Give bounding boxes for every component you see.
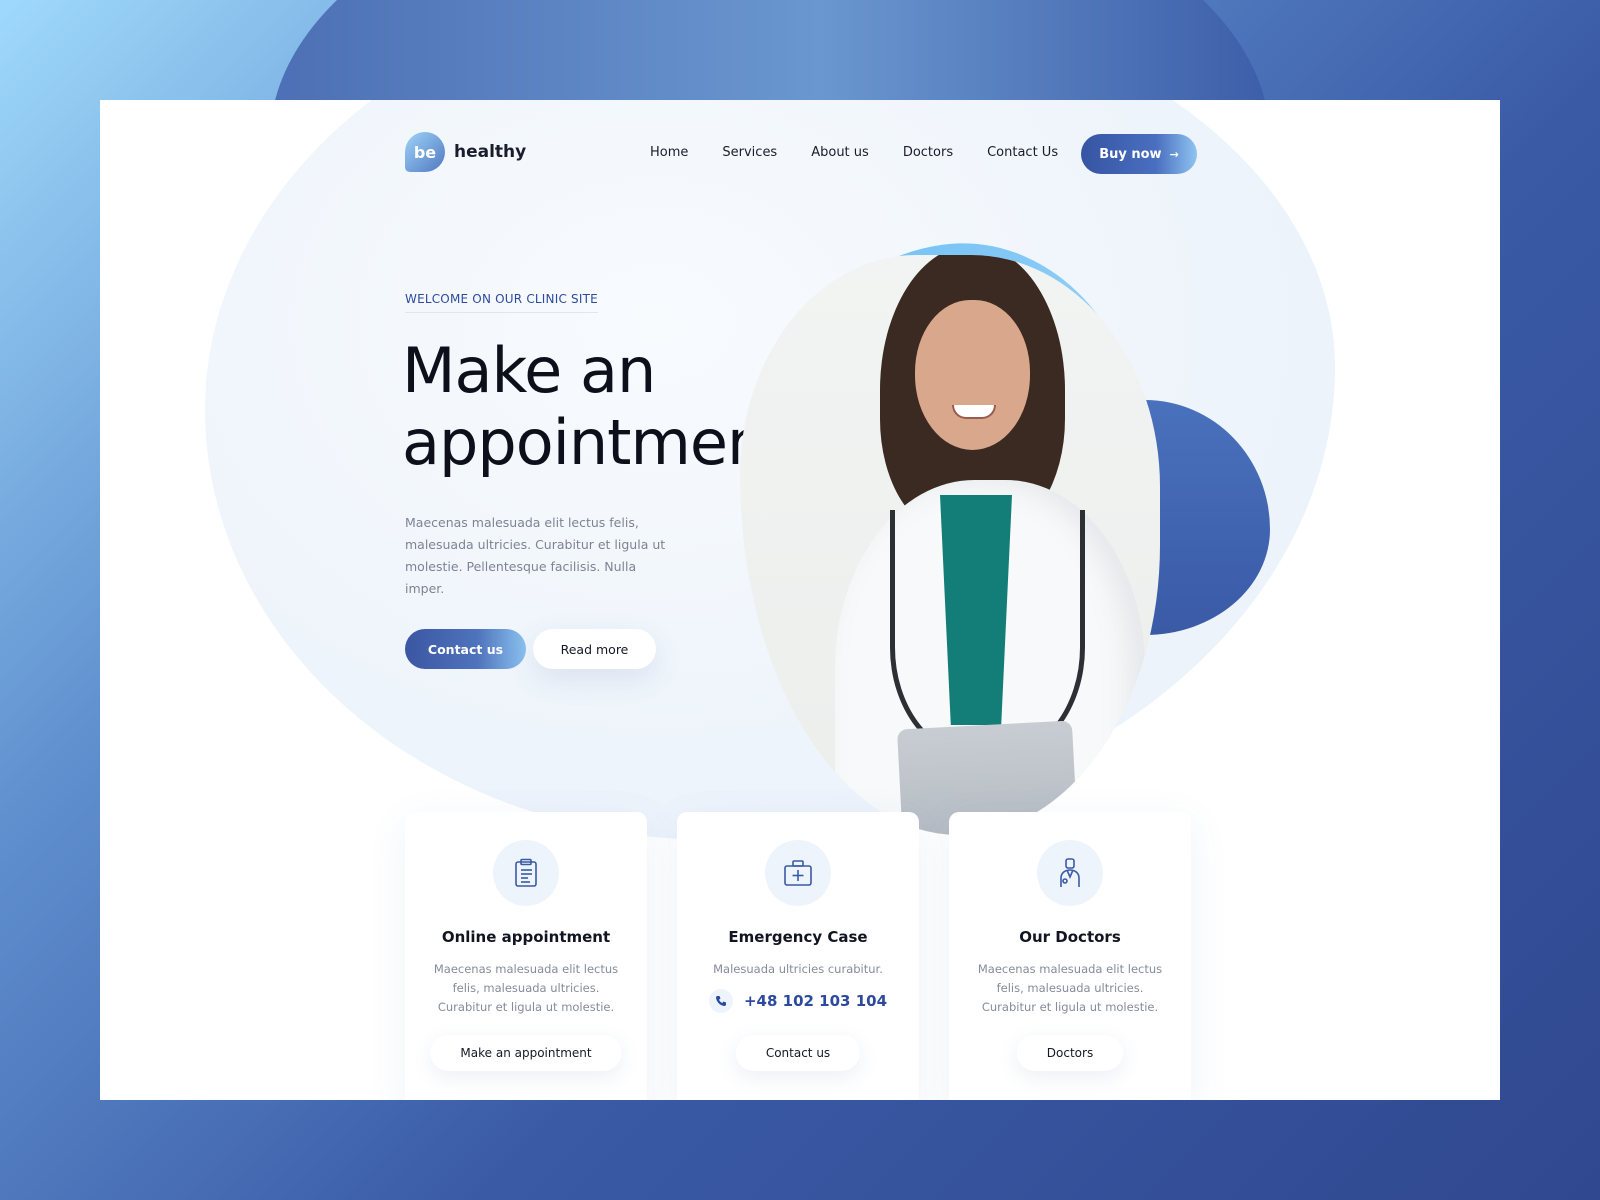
services-cards: Online appointment Maecenas malesuada el…: [405, 812, 1195, 1100]
main-menu: Home Services About us Doctors Contact U…: [650, 145, 1092, 160]
card-text: Malesuada ultricies curabitur.: [713, 962, 883, 976]
hero-title-line-1: Make an: [402, 334, 656, 407]
phone-icon: [708, 989, 733, 1013]
card-title: Emergency Case: [728, 928, 868, 946]
buy-now-button[interactable]: Buy now →: [1081, 134, 1197, 174]
nav-item-about-us[interactable]: About us: [811, 145, 869, 160]
nav-item-services[interactable]: Services: [722, 145, 777, 160]
nav-item-contact-us[interactable]: Contact Us: [987, 145, 1058, 160]
card-text: Maecenas malesuada elit lectus felis, ma…: [433, 962, 619, 1014]
medical-kit-icon: [765, 840, 831, 906]
arrow-right-icon: →: [1169, 147, 1179, 161]
hero-title-line-2: appointment: [402, 406, 790, 479]
buy-now-label: Buy now: [1099, 146, 1162, 162]
read-more-button[interactable]: Read more: [533, 629, 656, 669]
card-online-appointment: Online appointment Maecenas malesuada el…: [405, 812, 647, 1100]
logo-mark: be: [405, 132, 445, 172]
card-title: Online appointment: [441, 928, 611, 946]
make-appointment-button[interactable]: Make an appointment: [430, 1035, 622, 1071]
clipboard-icon: [493, 840, 559, 906]
card-text: Maecenas malesuada elit lectus felis, ma…: [977, 962, 1163, 1014]
logo[interactable]: be healthy: [405, 132, 526, 172]
nav-item-doctors[interactable]: Doctors: [903, 145, 953, 160]
card-title: Our Doctors: [1019, 928, 1121, 946]
nav-item-home[interactable]: Home: [650, 145, 688, 160]
doctor-face: [915, 300, 1030, 450]
top-navigation: be healthy Home Services About us Doctor…: [405, 132, 1197, 174]
phone-row[interactable]: +48 102 103 104: [677, 989, 919, 1013]
contact-us-card-button[interactable]: Contact us: [735, 1035, 861, 1071]
doctor-icon: [1037, 840, 1103, 906]
doctors-button[interactable]: Doctors: [1016, 1035, 1124, 1071]
logo-text: healthy: [454, 142, 527, 162]
card-emergency-case: Emergency Case Malesuada ultricies curab…: [677, 812, 919, 1100]
emergency-phone-number: +48 102 103 104: [743, 992, 888, 1010]
contact-us-button[interactable]: Contact us: [405, 629, 526, 669]
page-frame: be healthy Home Services About us Doctor…: [100, 100, 1500, 1100]
hero-eyebrow: WELCOME ON OUR CLINIC SITE: [405, 292, 598, 313]
card-our-doctors: Our Doctors Maecenas malesuada elit lect…: [949, 812, 1191, 1100]
hero-description: Maecenas malesuada elit lectus felis, ma…: [405, 515, 666, 596]
